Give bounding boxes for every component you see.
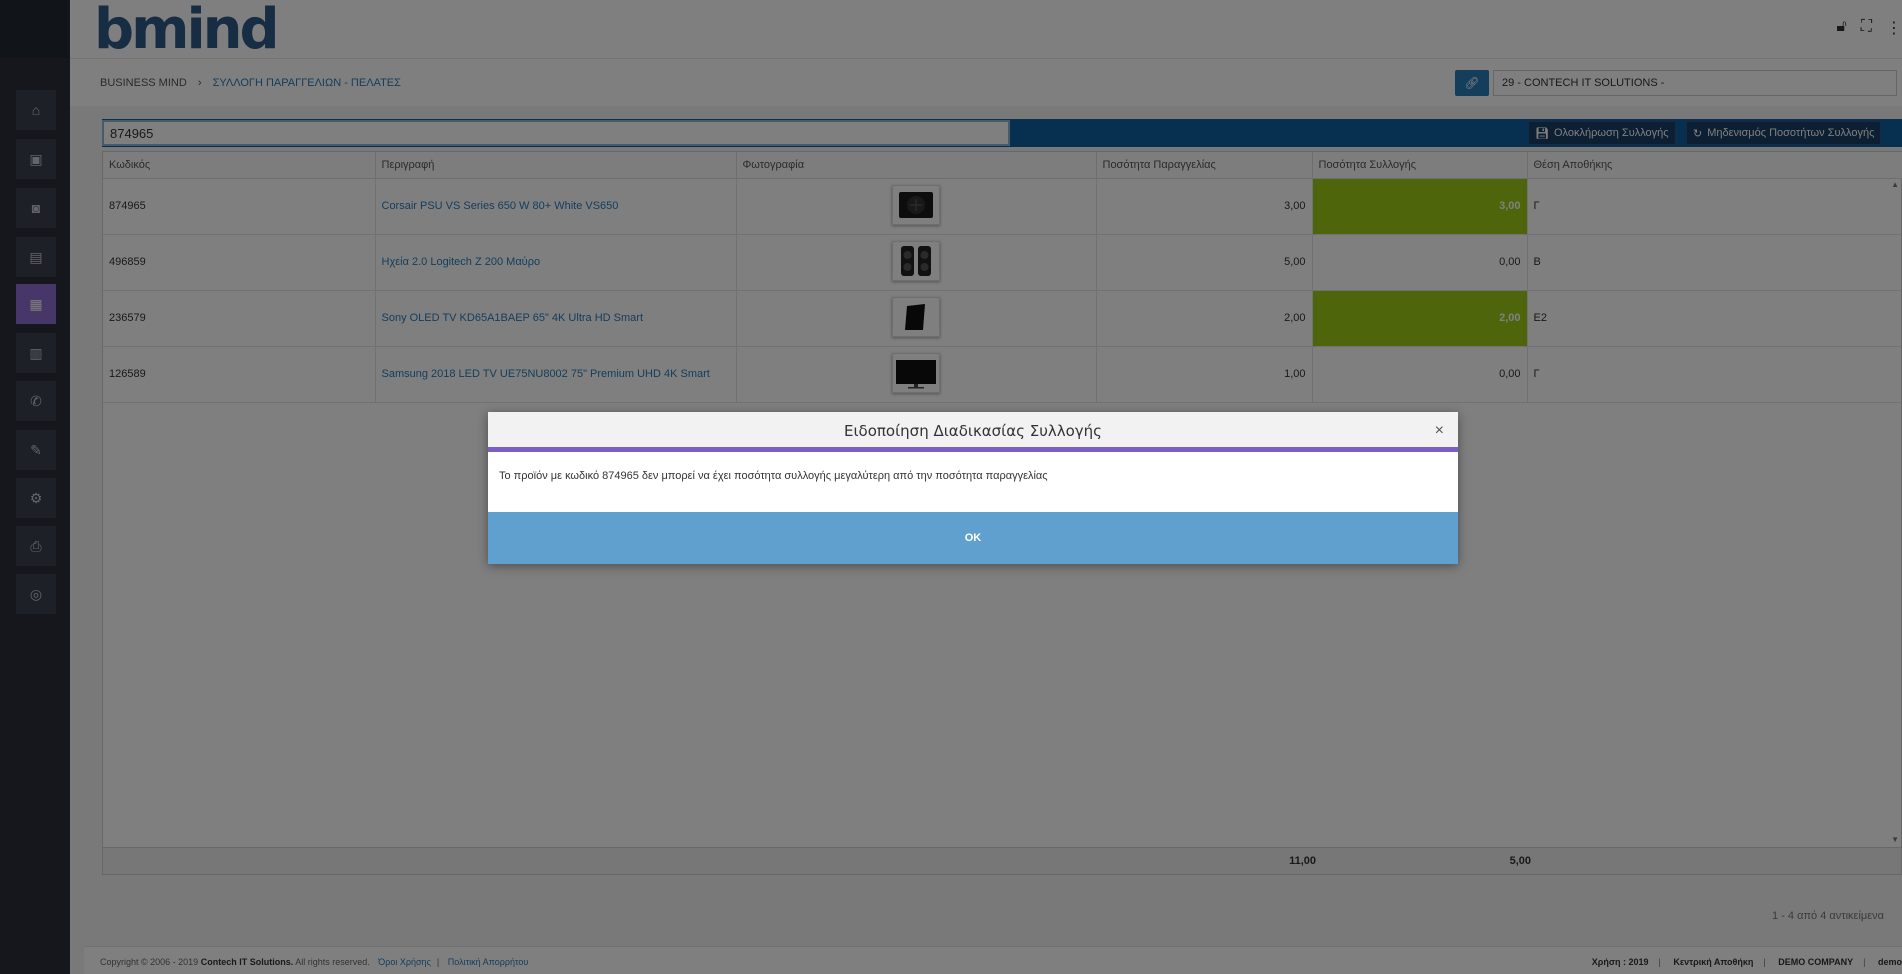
dialog-title: Ειδοποίηση Διαδικασίας Συλλογής [843, 422, 1102, 440]
dialog-message: Το προϊόν με κωδικό 874965 δεν μπορεί να… [499, 470, 1048, 482]
notification-dialog: Ειδοποίηση Διαδικασίας Συλλογής × Το προ… [488, 412, 1458, 564]
ok-button[interactable]: OK [488, 512, 1458, 564]
dialog-header: Ειδοποίηση Διαδικασίας Συλλογής × [488, 412, 1458, 452]
close-icon[interactable]: × [1435, 422, 1444, 440]
